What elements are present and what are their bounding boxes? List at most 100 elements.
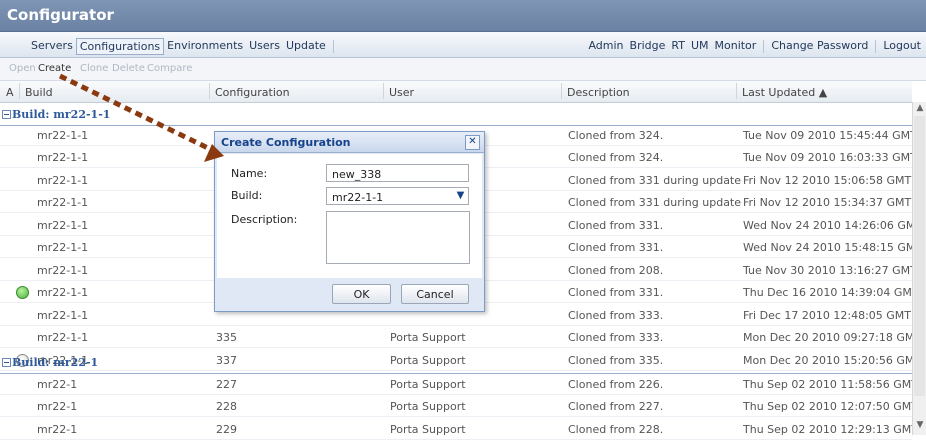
menu-environments[interactable]: Environments xyxy=(164,38,246,55)
cell-description: Cloned from 333. xyxy=(568,308,664,322)
column-last-updated[interactable]: Last Updated ▲ xyxy=(742,86,827,99)
menu-update[interactable]: Update xyxy=(283,38,329,55)
cell-description: Cloned from 331 during update xyxy=(568,173,742,187)
compare-button[interactable]: Compare xyxy=(147,63,192,74)
menu-left: Servers Configurations Environments User… xyxy=(28,38,338,55)
build-label: Build: xyxy=(231,189,263,202)
cell-build: mr22-1-1 xyxy=(37,151,89,165)
scrollbar-thumb[interactable] xyxy=(914,116,925,396)
chevron-down-icon[interactable]: ▼ xyxy=(453,188,468,204)
scroll-up-icon[interactable]: ▲ xyxy=(915,103,925,115)
cell-last-updated: Thu Sep 02 2010 12:29:13 GMT+0300 xyxy=(743,422,926,436)
cell-build: mr22-1-1 xyxy=(37,331,89,345)
cell-description: Cloned from 226. xyxy=(568,378,664,391)
dialog-title: Create Configuration xyxy=(221,136,351,149)
menu-divider xyxy=(875,40,877,53)
cell-build: mr22-1-1 xyxy=(37,196,89,210)
group-label: Build: mr22-1 xyxy=(12,356,99,369)
group-header[interactable]: Build: mr22-1 xyxy=(0,351,912,374)
cell-last-updated: Wed Nov 24 2010 15:48:15 GMT+0200 xyxy=(743,241,926,255)
menu-servers[interactable]: Servers xyxy=(28,38,76,55)
column-divider xyxy=(736,83,737,99)
build-select[interactable]: mr22-1-1 ▼ xyxy=(326,187,469,205)
menu-divider xyxy=(332,40,334,53)
group-label: Build: mr22-1-1 xyxy=(12,108,111,121)
table-row[interactable]: mr22-1 227 Porta Support Cloned from 226. Th… xyxy=(0,374,926,395)
cell-configuration: 227 xyxy=(216,378,237,391)
cell-description: Cloned from 333. xyxy=(568,331,664,345)
group-header[interactable]: Build: mr22-1-1 xyxy=(0,103,912,126)
cell-configuration: 335 xyxy=(216,331,237,345)
cell-user: Porta Support xyxy=(390,400,466,414)
menu-configurations[interactable]: Configurations xyxy=(75,38,165,55)
table-row[interactable]: mr22-1 228 Porta Support Cloned from 227. Th… xyxy=(0,396,926,418)
column-divider xyxy=(383,83,384,99)
create-button[interactable]: Create xyxy=(38,63,71,74)
cell-description: Cloned from 331. xyxy=(568,286,664,300)
ok-button[interactable]: OK xyxy=(332,284,391,304)
cell-user: Porta Support xyxy=(390,422,466,436)
cell-last-updated: Tue Nov 09 2010 15:45:44 GMT+0200 xyxy=(743,129,926,142)
cell-configuration: 228 xyxy=(216,400,237,414)
cell-description: Cloned from 227. xyxy=(568,400,664,414)
column-description[interactable]: Description xyxy=(567,86,630,99)
dialog-titlebar[interactable]: Create Configuration ✕ xyxy=(215,132,484,153)
cell-build: mr22-1 xyxy=(37,422,78,436)
cell-build: mr22-1-1 xyxy=(37,241,89,255)
menu-um[interactable]: UM xyxy=(688,38,712,53)
menu-divider xyxy=(763,40,765,53)
cell-last-updated: Wed Nov 24 2010 14:26:06 GMT+0200 xyxy=(743,218,926,232)
menu-admin[interactable]: Admin xyxy=(585,38,626,53)
cell-build: mr22-1-1 xyxy=(37,173,89,187)
column-divider xyxy=(19,83,20,99)
name-label: Name: xyxy=(231,167,268,180)
dialog-body: Name: new_338 Build: mr22-1-1 ▼ Descript… xyxy=(217,154,482,278)
cancel-button[interactable]: Cancel xyxy=(401,284,469,304)
open-button[interactable]: Open xyxy=(9,63,36,74)
collapse-toggle-icon[interactable] xyxy=(2,358,11,367)
delete-button[interactable]: Delete xyxy=(112,63,145,74)
cell-last-updated: Fri Nov 12 2010 15:06:58 GMT+0200 xyxy=(743,173,926,187)
description-field[interactable] xyxy=(326,211,470,264)
collapse-toggle-icon[interactable] xyxy=(2,110,11,119)
menu-change-password[interactable]: Change Password xyxy=(768,38,871,53)
column-divider xyxy=(209,83,210,99)
name-field[interactable]: new_338 xyxy=(326,164,469,182)
cell-last-updated: Thu Dec 16 2010 14:39:04 GMT+0200 xyxy=(743,286,926,300)
column-configuration[interactable]: Configuration xyxy=(215,86,290,99)
cell-build: mr22-1-1 xyxy=(37,286,89,300)
column-build[interactable]: Build xyxy=(25,86,53,99)
cell-description: Cloned from 331. xyxy=(568,241,664,255)
scroll-down-icon[interactable]: ▼ xyxy=(915,420,925,432)
status-indicator-icon xyxy=(16,286,29,300)
vertical-scrollbar[interactable]: ▲ ▼ xyxy=(912,102,926,435)
cell-last-updated: Tue Nov 09 2010 16:03:33 GMT+0200 xyxy=(743,151,926,165)
cell-last-updated: Fri Dec 17 2010 12:48:05 GMT+0200 xyxy=(743,308,926,322)
cell-build: mr22-1 xyxy=(37,400,78,414)
cell-last-updated: Tue Nov 30 2010 13:16:27 GMT+0200 xyxy=(743,263,926,277)
menu-logout[interactable]: Logout xyxy=(880,38,924,53)
description-label: Description: xyxy=(231,213,298,226)
app-title: Configurator xyxy=(7,6,114,24)
close-icon[interactable]: ✕ xyxy=(465,135,480,150)
menu-bridge[interactable]: Bridge xyxy=(627,38,669,53)
column-a[interactable]: A xyxy=(6,86,14,99)
cell-build: mr22-1-1 xyxy=(37,263,89,277)
table-row[interactable]: mr22-1-1 335 Porta Support Cloned from 333.… xyxy=(0,327,926,349)
cell-build: mr22-1-1 xyxy=(37,308,89,322)
column-user[interactable]: User xyxy=(389,86,414,99)
cell-description: Cloned from 324. xyxy=(568,129,664,142)
menu-rt[interactable]: RT xyxy=(668,38,688,53)
app-titlebar: Configurator xyxy=(0,0,926,32)
cell-last-updated: Thu Sep 02 2010 12:07:50 GMT+0300 xyxy=(743,400,926,414)
cell-description: Cloned from 331. xyxy=(568,218,664,232)
create-configuration-dialog: Create Configuration ✕ Name: new_338 Bui… xyxy=(214,131,485,312)
cell-user: Porta Support xyxy=(390,331,466,345)
action-toolbar: Open Create Clone Delete Compare xyxy=(0,58,926,81)
clone-button[interactable]: Clone xyxy=(80,63,108,74)
menu-users[interactable]: Users xyxy=(246,38,283,55)
cell-description: Cloned from 228. xyxy=(568,422,664,436)
table-row[interactable]: mr22-1 229 Porta Support Cloned from 228. Th… xyxy=(0,419,926,440)
cell-last-updated: Fri Nov 12 2010 15:34:37 GMT+0200 xyxy=(743,196,926,210)
menu-monitor[interactable]: Monitor xyxy=(712,38,760,53)
